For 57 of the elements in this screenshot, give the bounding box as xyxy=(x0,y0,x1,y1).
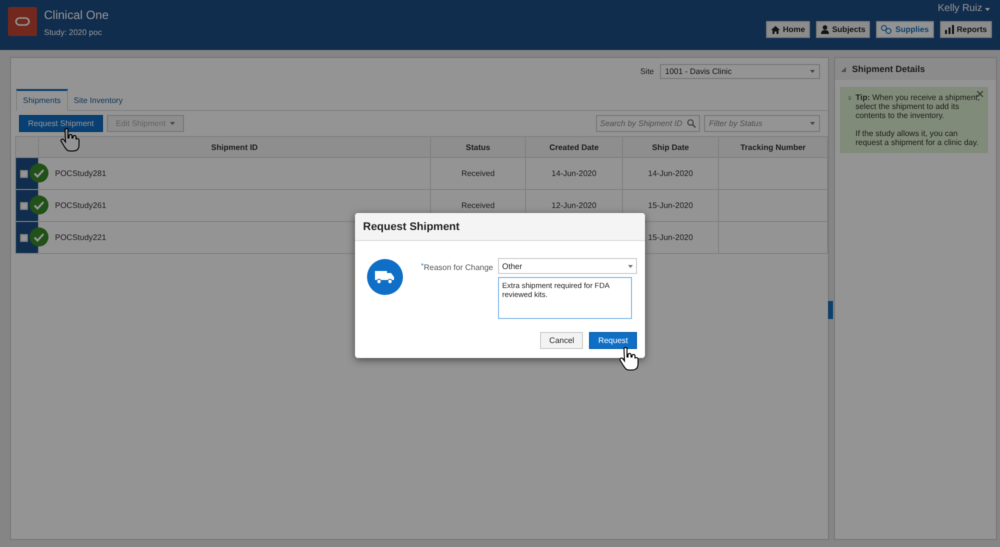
check-circle-icon xyxy=(29,195,49,215)
table-cell: POCStudy221 xyxy=(55,233,106,242)
collapse-triangle-icon[interactable] xyxy=(841,66,846,72)
home-icon xyxy=(770,26,780,34)
request-button[interactable]: Request xyxy=(589,332,637,349)
table-cell: 14-Jun-2020 xyxy=(552,169,596,178)
check-circle-icon xyxy=(29,227,49,247)
check-circle-icon xyxy=(29,163,49,183)
site-select[interactable]: 1001 - Davis Clinic xyxy=(660,64,820,79)
pointer-hand-icon xyxy=(60,128,80,152)
dropdown-caret-icon xyxy=(810,70,815,73)
panel-collapse-handle[interactable] xyxy=(828,301,833,319)
bar-chart-icon xyxy=(944,25,954,34)
user-menu[interactable]: Kelly Ruiz xyxy=(938,3,990,14)
column-header: Tracking Number xyxy=(718,136,828,158)
table-cell: 14-Jun-2020 xyxy=(648,169,693,178)
column-header: Created Date xyxy=(526,136,622,158)
row-checkbox[interactable] xyxy=(20,202,28,210)
nav-button[interactable]: Reports xyxy=(940,21,992,38)
table-cell: 15-Jun-2020 xyxy=(648,201,693,210)
dropdown-caret-icon xyxy=(810,122,815,125)
column-header: Ship Date xyxy=(622,136,718,158)
flasks-icon xyxy=(881,25,892,34)
table-cell: POCStudy281 xyxy=(55,169,106,178)
caret-icon xyxy=(170,122,175,125)
reason-select[interactable]: Other xyxy=(498,258,638,274)
row-checkbox[interactable] xyxy=(20,170,28,178)
app-title: Clinical One xyxy=(44,8,109,22)
person-icon xyxy=(821,25,830,34)
dropdown-caret-icon xyxy=(628,264,634,268)
column-header: Shipment ID xyxy=(38,136,430,158)
truck-icon xyxy=(367,259,403,295)
search-icon xyxy=(687,119,696,128)
caret-icon xyxy=(985,8,990,11)
column-header: Status xyxy=(430,136,526,158)
table-cell: POCStudy261 xyxy=(55,201,106,210)
table-cell: Received xyxy=(461,169,495,178)
request-shipment-button[interactable]: Request Shipment xyxy=(19,115,103,132)
nav-button[interactable]: Home xyxy=(766,21,810,38)
cancel-button[interactable]: Cancel xyxy=(540,332,584,349)
app-logo xyxy=(8,7,37,36)
table-cell: 15-Jun-2020 xyxy=(648,233,693,242)
search-field[interactable]: Search by Shipment ID xyxy=(596,115,700,132)
table-cell: Received xyxy=(461,201,495,210)
row-checkbox[interactable] xyxy=(20,234,28,242)
nav-button[interactable]: Subjects xyxy=(816,21,870,38)
panel-title: Shipment Details xyxy=(852,64,926,74)
tip-text: If the study allows it, you can request a shipment for a clinic day. xyxy=(855,129,980,147)
tab[interactable]: Site Inventory xyxy=(68,89,129,110)
nav-button[interactable]: Supplies xyxy=(876,21,934,38)
dialog-title: Request Shipment xyxy=(363,220,460,232)
study-name: Study: 2020 poc xyxy=(44,28,103,37)
tab[interactable]: Shipments xyxy=(16,89,68,111)
tip-text: Tip: When you receive a shipment, select the shipment to add its contents to the inventory. xyxy=(855,93,980,120)
site-label: Site xyxy=(640,67,654,76)
table-cell: 12-Jun-2020 xyxy=(552,201,596,210)
status-filter[interactable]: Filter by Status xyxy=(704,115,820,132)
